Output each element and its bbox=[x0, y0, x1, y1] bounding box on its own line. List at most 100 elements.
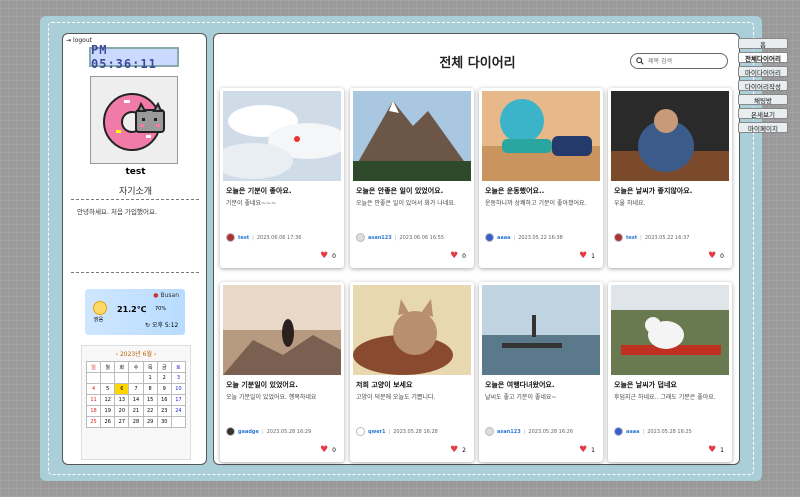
like-count[interactable]: ♥ 1 bbox=[579, 251, 595, 261]
nav-tab[interactable]: 채팅방 bbox=[738, 94, 788, 105]
calendar-day[interactable]: 25 bbox=[85, 416, 102, 428]
calendar-day[interactable]: 16 bbox=[156, 394, 172, 406]
calendar-day[interactable]: 17 bbox=[170, 394, 187, 406]
card-date: 2023.05.28 16:28 bbox=[393, 428, 438, 435]
logout-button[interactable]: ⇥ logout bbox=[66, 37, 92, 44]
card-author[interactable]: aaaa bbox=[626, 429, 640, 435]
nav-tab[interactable]: 홈 bbox=[738, 38, 788, 49]
like-count[interactable]: ♥ 1 bbox=[579, 445, 595, 455]
card-preview: 날씨도 좋고 기분이 좋네요~ bbox=[485, 394, 557, 401]
card-title: 오늘은 안좋은 일이 있었어요. bbox=[356, 187, 444, 195]
calendar-day[interactable]: 19 bbox=[100, 405, 116, 417]
card-title: 오늘은 날씨가 좋지않아요. bbox=[614, 187, 693, 195]
calendar-day[interactable]: 13 bbox=[114, 394, 130, 406]
card-author[interactable]: qwer1 bbox=[368, 429, 386, 435]
heart-icon: ♥ bbox=[320, 445, 329, 455]
calendar-day[interactable]: 30 bbox=[156, 416, 172, 428]
nav-tab[interactable]: 마이다이어리 bbox=[738, 66, 788, 77]
calendar-day[interactable] bbox=[100, 372, 116, 384]
like-count[interactable]: ♥ 0 bbox=[320, 445, 336, 455]
calendar-day[interactable]: 28 bbox=[128, 416, 144, 428]
diary-card[interactable]: 오늘은 여행다녀왔어요. 날씨도 좋고 기분이 좋네요~ asan123 | 2… bbox=[479, 282, 603, 462]
refresh-icon[interactable]: ↻ bbox=[145, 322, 150, 329]
card-thumbnail bbox=[482, 285, 600, 375]
calendar-day[interactable]: 23 bbox=[156, 405, 172, 417]
calendar-day[interactable]: 26 bbox=[100, 416, 116, 428]
calendar-day[interactable] bbox=[128, 372, 144, 384]
calendar-title: ‹ 2023년 6월 › bbox=[115, 351, 157, 358]
like-count[interactable]: ♥ 1 bbox=[708, 445, 724, 455]
calendar-day[interactable]: 6 bbox=[114, 383, 130, 395]
heart-icon: ♥ bbox=[450, 445, 459, 455]
calendar-day[interactable]: 12 bbox=[100, 394, 116, 406]
card-author[interactable]: asan123 bbox=[497, 429, 521, 435]
card-author[interactable]: asan123 bbox=[368, 235, 392, 241]
diary-card[interactable]: 오늘 기분일이 있었어요. 오늘 기분일이 있었어요. 행복하네요 gaadge… bbox=[220, 282, 344, 462]
nav-tab[interactable]: 전체다이어리 bbox=[738, 52, 788, 63]
calendar-day[interactable]: 5 bbox=[100, 383, 116, 395]
diary-card[interactable]: 오늘은 기분이 좋아요. 기분이 좋네요~~~ test | 2023.06.0… bbox=[220, 88, 344, 268]
card-date: 2023.06.06 17:36 bbox=[256, 234, 302, 241]
calendar-day[interactable]: 1 bbox=[142, 372, 158, 384]
calendar-day[interactable]: 7 bbox=[128, 383, 144, 395]
calendar-day[interactable]: 4 bbox=[85, 383, 102, 395]
diary-card[interactable]: 오늘은 날씨가 좋지않아요. 우울 하네요. test | 2023.05.22… bbox=[608, 88, 732, 268]
calendar-day[interactable] bbox=[114, 372, 130, 384]
calendar-day[interactable]: 18 bbox=[85, 405, 102, 417]
author-avatar bbox=[614, 233, 623, 242]
calendar-day[interactable]: 2 bbox=[156, 372, 172, 384]
diary-card[interactable]: 오늘은 운동했어요.. 운동하니까 상쾌하고 기분이 좋아졌어요. aaaa |… bbox=[479, 88, 603, 268]
nav-tab[interactable]: 마이페이지 bbox=[738, 122, 788, 133]
like-count[interactable]: ♥ 2 bbox=[450, 445, 466, 455]
like-count[interactable]: ♥ 0 bbox=[320, 251, 336, 261]
calendar-day[interactable]: 10 bbox=[170, 383, 187, 395]
calendar-day[interactable]: 15 bbox=[142, 394, 158, 406]
search-input[interactable] bbox=[648, 57, 718, 65]
author-avatar bbox=[485, 233, 494, 242]
nav-tab[interactable]: 다이어리작성 bbox=[738, 80, 788, 91]
calendar-day[interactable]: 11 bbox=[85, 394, 102, 406]
calendar-weekday: 수 bbox=[128, 361, 144, 373]
card-meta: asan123 | 2023.06.06 16:55 bbox=[356, 233, 468, 242]
diary-card[interactable]: 오늘은 안좋은 일이 있었어요. 오늘은 안좋은 일이 있어서 화가 나네요. … bbox=[350, 88, 474, 268]
calendar-day[interactable]: 3 bbox=[170, 372, 187, 384]
card-author[interactable]: test bbox=[238, 235, 249, 241]
weather-temp: 21.2℃ bbox=[117, 305, 147, 314]
card-thumbnail bbox=[482, 91, 600, 181]
card-preview: 기분이 좋네요~~~ bbox=[226, 200, 277, 207]
like-count[interactable]: ♥ 0 bbox=[708, 251, 724, 261]
intro-text: 안녕하세요. 처음 가입했어요. bbox=[77, 208, 158, 216]
calendar-day[interactable]: 27 bbox=[114, 416, 130, 428]
calendar-day[interactable]: 29 bbox=[142, 416, 158, 428]
calendar-day[interactable]: 24 bbox=[170, 405, 187, 417]
calendar-day[interactable] bbox=[85, 372, 102, 384]
heart-icon: ♥ bbox=[708, 445, 717, 455]
calendar-day[interactable]: 9 bbox=[156, 383, 172, 395]
search-box[interactable] bbox=[630, 53, 728, 69]
card-thumbnail bbox=[353, 285, 471, 375]
calendar-day[interactable] bbox=[170, 416, 187, 428]
card-meta: test | 2023.06.06 17:36 bbox=[226, 233, 338, 242]
nav-tab[interactable]: 온새보기 bbox=[738, 108, 788, 119]
next-month-icon[interactable]: › bbox=[154, 351, 156, 358]
card-preview: 고양이 덕분에 오늘도 기쁩니다. bbox=[356, 394, 436, 401]
card-title: 오늘 기분일이 있었어요. bbox=[226, 381, 298, 389]
card-author[interactable]: test bbox=[626, 235, 637, 241]
author-avatar bbox=[226, 233, 235, 242]
calendar-weekday: 금 bbox=[156, 361, 172, 373]
calendar-day[interactable]: 14 bbox=[128, 394, 144, 406]
calendar-day[interactable]: 20 bbox=[114, 405, 130, 417]
calendar-day[interactable]: 8 bbox=[142, 383, 158, 395]
weather-humidity: 70% bbox=[155, 306, 167, 312]
card-title: 오늘은 날씨가 덥네요 bbox=[614, 381, 677, 389]
prev-month-icon[interactable]: ‹ bbox=[116, 351, 118, 358]
profile-image bbox=[90, 76, 178, 164]
card-meta: asan123 | 2023.05.28 16:26 bbox=[485, 427, 597, 436]
diary-card[interactable]: 저희 고양이 보세요 고양이 덕분에 오늘도 기쁩니다. qwer1 | 202… bbox=[350, 282, 474, 462]
diary-card[interactable]: 오늘은 날씨가 덥네요 후덥지근 하네요.. 그래도 기분은 좋아요. aaaa… bbox=[608, 282, 732, 462]
card-author[interactable]: gaadge bbox=[238, 429, 259, 435]
calendar-day[interactable]: 22 bbox=[142, 405, 158, 417]
card-author[interactable]: aaaa bbox=[497, 235, 511, 241]
calendar-day[interactable]: 21 bbox=[128, 405, 144, 417]
like-count[interactable]: ♥ 0 bbox=[450, 251, 466, 261]
